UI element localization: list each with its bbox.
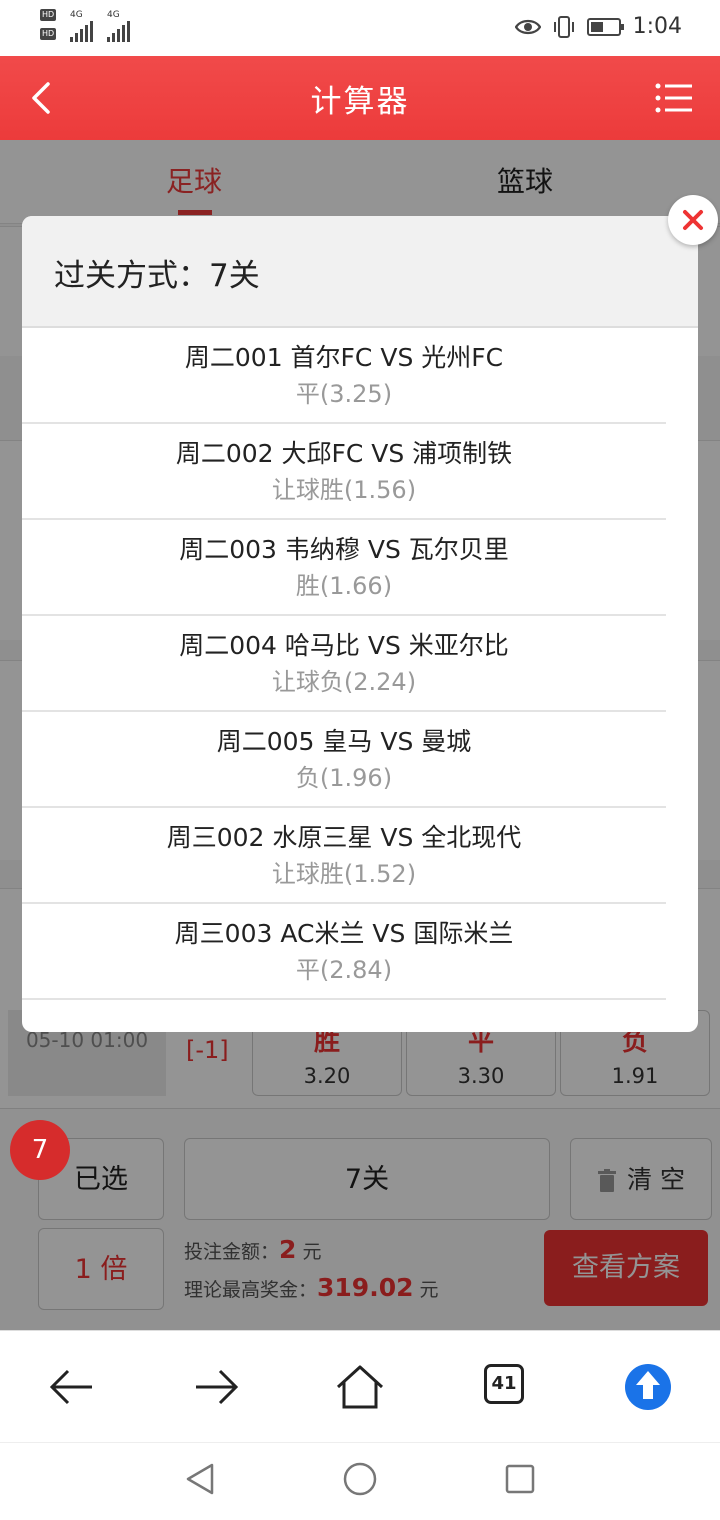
signal-1-icon: 4G	[70, 10, 93, 42]
match-pick: 让球胜(1.56)	[271, 476, 417, 504]
network-type-2: 4G	[107, 10, 120, 20]
arrow-left-icon[interactable]	[42, 1357, 102, 1417]
list-menu-icon[interactable]	[654, 80, 694, 116]
clock: 1:04	[632, 14, 682, 39]
sim-indicators: HD HD	[40, 8, 59, 40]
hd-badge-1: HD	[40, 9, 57, 21]
system-nav-bar	[0, 1442, 720, 1520]
modal-title: 过关方式：7关	[54, 258, 260, 294]
list-item: 周三002 水原三星 VS 全北现代 让球胜(1.52)	[22, 808, 666, 904]
browser-toolbar	[0, 1330, 720, 1442]
status-right: 1:04	[514, 14, 682, 39]
upload-icon[interactable]	[624, 1357, 684, 1417]
recents-square-icon[interactable]	[502, 1461, 538, 1497]
match-pick: 胜(1.66)	[295, 572, 393, 600]
match-teams: 周二004 哈马比 VS 米亚尔比	[179, 631, 509, 660]
list-item: 周二004 哈马比 VS 米亚尔比 让球负(2.24)	[22, 616, 666, 712]
match-teams: 周二002 大邱FC VS 浦项制铁	[175, 439, 513, 468]
arrow-right-icon[interactable]	[186, 1357, 246, 1417]
match-teams: 周二003 韦纳穆 VS 瓦尔贝里	[179, 535, 509, 564]
list-item: 周二005 皇马 VS 曼城 负(1.96)	[22, 712, 666, 808]
hd-badge-2: HD	[40, 28, 57, 40]
eye-icon	[514, 19, 541, 34]
match-teams: 周三002 水原三星 VS 全北现代	[166, 823, 522, 852]
page-title: 计算器	[310, 84, 410, 120]
match-teams: 周二005 皇马 VS 曼城	[216, 727, 472, 756]
match-pick: 平(2.84)	[295, 956, 393, 984]
match-teams: 周三003 AC米兰 VS 国际米兰	[174, 919, 514, 948]
network-type-1: 4G	[70, 10, 83, 20]
status-bar: HD HD 4G 4G 1:04	[0, 0, 720, 56]
list-item: 周二002 大邱FC VS 浦项制铁 让球胜(1.56)	[22, 424, 666, 520]
match-pick: 平(3.25)	[295, 380, 393, 408]
list-item: 周三003 AC米兰 VS 国际米兰 平(2.84)	[22, 904, 666, 1000]
selected-match-list: 周二001 首尔FC VS 光州FC 平(3.25) 周二002 大邱FC VS…	[22, 328, 698, 1000]
signal-icons: 4G 4G	[70, 10, 130, 42]
app-header: 计算器	[0, 56, 720, 140]
match-pick: 让球负(2.24)	[271, 668, 417, 696]
modal-header: 过关方式：7关	[22, 216, 698, 328]
match-teams: 周二001 首尔FC VS 光州FC	[184, 343, 504, 372]
vibrate-icon	[553, 15, 574, 38]
tabs-icon[interactable]: 41	[484, 1364, 524, 1404]
pass-type-modal: 过关方式：7关 周二001 首尔FC VS 光州FC 平(3.25) 周二002…	[22, 216, 698, 1032]
selected-count-badge: 7	[10, 1120, 70, 1180]
list-item: 周二003 韦纳穆 VS 瓦尔贝里 胜(1.66)	[22, 520, 666, 616]
signal-2-icon: 4G	[107, 10, 130, 42]
match-pick: 负(1.96)	[295, 764, 393, 792]
back-triangle-icon[interactable]	[182, 1461, 218, 1497]
home-circle-icon[interactable]	[342, 1461, 378, 1497]
battery-icon	[586, 17, 624, 36]
match-pick: 让球胜(1.52)	[271, 860, 417, 888]
list-item: 周二001 首尔FC VS 光州FC 平(3.25)	[22, 328, 666, 424]
home-icon[interactable]	[330, 1357, 390, 1417]
close-icon[interactable]	[668, 195, 718, 245]
